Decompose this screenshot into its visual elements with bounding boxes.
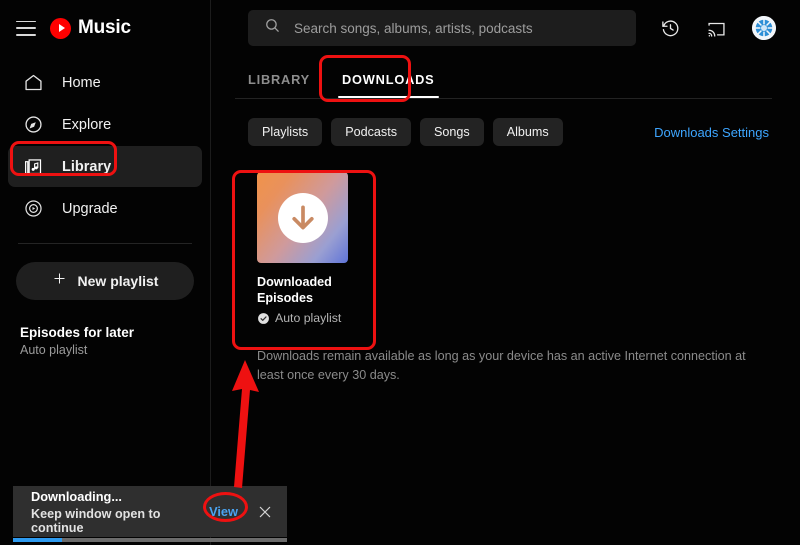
sidebar-item-label: Home <box>62 74 101 91</box>
download-progress-bar <box>13 538 287 542</box>
sidebar-divider <box>18 243 192 244</box>
chip-label: Podcasts <box>345 125 397 139</box>
search-icon <box>264 17 281 39</box>
sidebar-header: Music <box>0 0 210 56</box>
filter-chip-albums[interactable]: Albums <box>492 118 563 146</box>
sidebar-item-library[interactable]: Library <box>8 146 202 187</box>
tab-label: DOWNLOADS <box>342 72 435 87</box>
sidebar-item-label: Upgrade <box>62 200 118 217</box>
new-playlist-label: New playlist <box>77 273 159 289</box>
chip-label: Playlists <box>262 125 309 139</box>
tab-label: LIBRARY <box>248 72 310 87</box>
downloads-settings-link[interactable]: Downloads Settings <box>654 125 769 140</box>
user-avatar[interactable] <box>752 16 776 40</box>
brand-logo[interactable]: Music <box>50 17 131 39</box>
download-notification: Downloading... Keep window open to conti… <box>13 486 287 537</box>
download-arrow-icon <box>277 192 328 243</box>
card-subtitle: Auto playlist <box>275 311 342 326</box>
card-downloaded-episodes[interactable]: Downloaded Episodes Auto playlist <box>257 172 348 325</box>
playlist-title: Episodes for later <box>20 325 135 340</box>
check-circle-icon <box>257 312 270 325</box>
sidebar-item-home[interactable]: Home <box>8 62 202 103</box>
history-clock-icon[interactable] <box>658 16 682 40</box>
sidebar-item-label: Explore <box>62 116 112 133</box>
youtube-music-icon <box>50 17 71 39</box>
brand-name: Music <box>78 17 131 38</box>
hamburger-icon[interactable] <box>16 20 36 36</box>
chip-label: Songs <box>434 125 470 139</box>
filter-chip-podcasts[interactable]: Podcasts <box>331 118 411 146</box>
notification-subtitle: Keep window open to continue <box>31 506 161 535</box>
cast-icon[interactable] <box>704 16 728 40</box>
downloads-note: Downloads remain available as long as yo… <box>257 349 746 382</box>
home-icon <box>22 72 44 94</box>
card-title: Downloaded Episodes <box>257 275 332 306</box>
chip-label: Albums <box>506 125 549 139</box>
library-icon <box>22 156 44 178</box>
top-bar: Search songs, albums, artists, podcasts <box>211 0 800 56</box>
tab-bar-divider <box>235 98 772 99</box>
notification-title: Downloading... <box>31 488 122 504</box>
sidebar-item-upgrade[interactable]: Upgrade <box>8 188 202 229</box>
new-playlist-button[interactable]: New playlist <box>16 262 194 300</box>
tab-bar: LIBRARY DOWNLOADS <box>211 56 800 98</box>
sidebar-nav: Home Explore Library Upgrade <box>0 62 210 229</box>
filter-chip-songs[interactable]: Songs <box>420 118 484 146</box>
sidebar-item-explore[interactable]: Explore <box>8 104 202 145</box>
tab-library[interactable]: LIBRARY <box>248 71 310 98</box>
main-area: Search songs, albums, artists, podcasts <box>211 0 800 545</box>
notification-view-button[interactable]: View <box>209 504 238 519</box>
tab-downloads[interactable]: DOWNLOADS <box>338 71 439 98</box>
progress-fill <box>13 538 63 542</box>
youtube-music-window: Music Home Explore Library Upgrade New p… <box>0 0 800 545</box>
downloads-grid: Downloaded Episodes Auto playlist <box>211 172 800 325</box>
close-icon[interactable] <box>257 504 273 520</box>
sidebar: Music Home Explore Library Upgrade New p… <box>0 0 211 545</box>
card-thumbnail[interactable] <box>257 172 348 263</box>
filter-chip-row: Playlists Podcasts Songs Albums Download… <box>211 118 800 146</box>
search-input[interactable]: Search songs, albums, artists, podcasts <box>248 10 636 46</box>
sidebar-playlist-episodes-for-later[interactable]: Episodes for later Auto playlist <box>20 325 210 357</box>
notification-text: Downloading... Keep window open to conti… <box>31 489 209 535</box>
search-placeholder: Search songs, albums, artists, podcasts <box>294 20 533 36</box>
sidebar-item-label: Library <box>62 158 112 175</box>
plus-icon <box>52 271 67 291</box>
compass-icon <box>22 114 44 136</box>
card-subtitle-row: Auto playlist <box>257 311 348 325</box>
circle-play-icon <box>22 198 44 220</box>
filter-chip-playlists[interactable]: Playlists <box>248 118 323 146</box>
playlist-subtitle: Auto playlist <box>20 343 88 357</box>
